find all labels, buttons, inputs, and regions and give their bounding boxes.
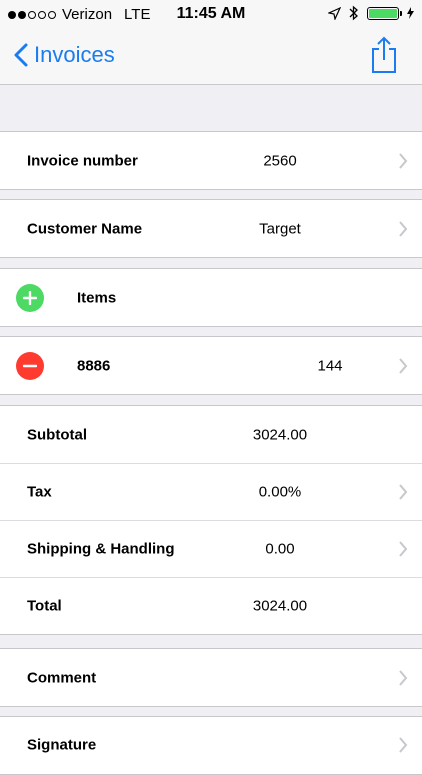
chevron-left-icon [14,43,28,67]
item-quantity: 144 [317,357,343,374]
items-list-section: 8886 144 [0,336,422,395]
customer-name-label: Customer Name [27,220,143,237]
signature-row[interactable]: Signature [0,717,422,774]
items-header-row: Items [0,269,422,326]
totals-section: Subtotal 3024.00 Tax 0.00% Shipping & Ha… [0,405,422,635]
comment-row[interactable]: Comment [0,649,422,706]
status-right [328,5,414,21]
chevron-right-icon [399,737,408,753]
invoice-number-row[interactable]: Invoice number 2560 [0,132,422,189]
invoice-number-value: 2560 [263,152,297,169]
total-label: Total [27,597,62,614]
item-name: 8886 [77,357,111,374]
subtotal-row: Subtotal 3024.00 [0,406,422,463]
back-button[interactable]: Invoices [14,42,115,68]
signature-section: Signature [0,716,422,775]
comment-section: Comment [0,648,422,707]
tax-row[interactable]: Tax 0.00% [0,463,422,520]
customer-name-value: Target [259,220,301,237]
status-bar: Verizon LTE 11:45 AM [0,0,422,30]
invoice-number-label: Invoice number [27,152,138,169]
battery-icon [367,6,402,20]
chevron-right-icon [399,540,408,557]
add-item-button[interactable] [16,283,44,312]
navigation-bar: Invoices [0,30,422,85]
subtotal-label: Subtotal [27,426,87,443]
back-button-label: Invoices [34,42,115,67]
tax-value: 0.00% [258,483,302,500]
shipping-label: Shipping & Handling [27,540,175,557]
chevron-right-icon [399,220,408,237]
signature-label: Signature [27,736,97,754]
location-icon [328,6,341,20]
charging-icon [407,7,414,19]
chevron-right-icon [399,152,408,169]
comment-label: Comment [27,669,97,686]
chevron-right-icon [399,669,408,686]
total-value: 3024.00 [252,597,308,614]
minus-icon [23,364,37,367]
items-header-section: Items [0,268,422,327]
chevron-right-icon [399,483,408,500]
share-icon[interactable] [370,36,398,74]
shipping-row[interactable]: Shipping & Handling 0.00 [0,520,422,577]
list-item[interactable]: 8886 144 [0,337,422,394]
customer-section: Customer Name Target [0,199,422,258]
customer-name-row[interactable]: Customer Name Target [0,200,422,257]
chevron-right-icon [399,357,408,374]
bluetooth-icon [349,5,358,21]
total-row: Total 3024.00 [0,577,422,634]
items-label: Items [77,289,117,306]
subtotal-value: 3024.00 [252,426,308,443]
tax-label: Tax [27,483,52,500]
remove-item-button[interactable] [16,351,44,380]
invoice-number-section: Invoice number 2560 [0,131,422,190]
plus-icon [23,290,37,305]
shipping-value: 0.00 [265,540,295,557]
